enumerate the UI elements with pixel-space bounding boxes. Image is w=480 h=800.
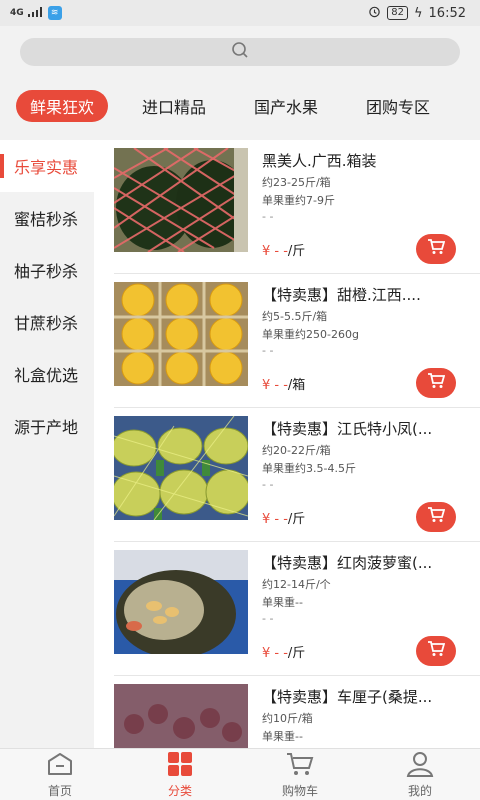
category-icon: [165, 751, 195, 780]
product-extra: - -: [262, 344, 274, 357]
tab-category[interactable]: 分类: [120, 749, 240, 800]
price-unit: /箱: [287, 378, 306, 393]
product-extra: - -: [262, 612, 274, 625]
clock: 16:52: [428, 5, 466, 21]
home-icon: [45, 751, 75, 780]
price-unit: /斤: [287, 512, 306, 527]
bottom-tab-bar: 首页 分类 购物车 我的: [0, 748, 480, 800]
cart-icon: [427, 641, 446, 661]
product-image-cherry[interactable]: [114, 684, 248, 748]
list-item[interactable]: 【特卖惠】车厘子(桑提... 约10斤/箱 单果重--: [94, 676, 480, 748]
product-weight: 约10斤/箱: [262, 712, 313, 725]
product-price: ¥ - -/斤: [262, 642, 305, 661]
tab-profile-label: 我的: [407, 783, 432, 798]
tab-category-label: 分类: [167, 783, 192, 798]
product-list: 黑美人.广西.箱装 约23-25斤/箱 单果重约7-9斤 - - ¥ - -/斤…: [94, 140, 480, 748]
search-bar[interactable]: [20, 38, 460, 66]
price-value: ¥ - -: [262, 512, 288, 527]
sidebar: 乐享实惠 蜜桔秒杀 柚子秒杀 甘蔗秒杀 礼盒优选 源于产地: [0, 140, 94, 748]
product-price: ¥ - -/箱: [262, 374, 305, 393]
price-unit: /斤: [287, 646, 306, 661]
product-price: ¥ - -/斤: [262, 240, 305, 259]
list-item[interactable]: 黑美人.广西.箱装 约23-25斤/箱 单果重约7-9斤 - - ¥ - -/斤: [94, 140, 480, 274]
list-item[interactable]: 【特卖惠】江氏特小凤(... 约20-22斤/箱 单果重约3.5-4.5斤 - …: [94, 408, 480, 542]
product-extra: - -: [262, 478, 274, 491]
charging-icon: ϟ: [413, 5, 423, 21]
cart-icon: [285, 751, 315, 780]
product-title[interactable]: 【特卖惠】车厘子(桑提...: [262, 686, 468, 707]
price-unit: /斤: [287, 244, 306, 259]
sidebar-item-gift-box[interactable]: 礼盒优选: [0, 348, 94, 400]
network-type: 4G: [10, 8, 24, 18]
status-left: 4G ≋: [10, 6, 62, 21]
product-price: ¥ - -/斤: [262, 508, 305, 527]
price-value: ¥ - -: [262, 646, 288, 661]
tab-group-buy[interactable]: 团购专区: [366, 90, 430, 122]
product-unit-weight: 单果重--: [262, 596, 303, 609]
sidebar-item-tangerine[interactable]: 蜜桔秒杀: [0, 192, 94, 244]
price-value: ¥ - -: [262, 378, 288, 393]
product-weight: 约5-5.5斤/箱: [262, 310, 328, 323]
wifi-icon: ≋: [47, 6, 62, 20]
product-image-jackfruit[interactable]: [114, 550, 248, 654]
product-image-orange[interactable]: [114, 282, 248, 386]
alarm-icon: [368, 5, 381, 22]
sidebar-item-origin[interactable]: 源于产地: [0, 400, 94, 452]
sidebar-item-pomelo[interactable]: 柚子秒杀: [0, 244, 94, 296]
search-icon: [230, 40, 250, 64]
tab-imported[interactable]: 进口精品: [142, 90, 206, 122]
product-weight: 约12-14斤/个: [262, 578, 331, 591]
product-unit-weight: 单果重约3.5-4.5斤: [262, 462, 356, 475]
product-weight: 约23-25斤/箱: [262, 176, 331, 189]
header: 鲜果狂欢 进口精品 国产水果 团购专区: [0, 26, 480, 140]
product-title[interactable]: 【特卖惠】红肉菠萝蜜(...: [262, 552, 468, 573]
product-extra: - -: [262, 210, 274, 223]
product-weight: 约20-22斤/箱: [262, 444, 331, 457]
tab-home[interactable]: 首页: [0, 749, 120, 800]
category-tabs: 鲜果狂欢 进口精品 国产水果 团购专区: [0, 86, 480, 126]
add-to-cart-button[interactable]: [416, 368, 456, 398]
tab-cart-label: 购物车: [281, 783, 318, 798]
product-unit-weight: 单果重--: [262, 730, 303, 743]
list-item[interactable]: 【特卖惠】红肉菠萝蜜(... 约12-14斤/个 单果重-- - - ¥ - -…: [94, 542, 480, 676]
cart-icon: [427, 239, 446, 259]
add-to-cart-button[interactable]: [416, 636, 456, 666]
cart-icon: [427, 507, 446, 527]
price-value: ¥ - -: [262, 244, 288, 259]
add-to-cart-button[interactable]: [416, 502, 456, 532]
product-image-watermelon[interactable]: [114, 148, 248, 252]
product-unit-weight: 单果重约7-9斤: [262, 194, 335, 207]
tab-domestic[interactable]: 国产水果: [254, 90, 318, 122]
list-item[interactable]: 【特卖惠】甜橙.江西.... 约5-5.5斤/箱 单果重约250-260g - …: [94, 274, 480, 408]
product-image-melon[interactable]: [114, 416, 248, 520]
tab-profile[interactable]: 我的: [360, 749, 480, 800]
cart-icon: [427, 373, 446, 393]
product-title[interactable]: 黑美人.广西.箱装: [262, 150, 468, 171]
sidebar-item-sugarcane[interactable]: 甘蔗秒杀: [0, 296, 94, 348]
product-unit-weight: 单果重约250-260g: [262, 328, 359, 341]
status-bar: 4G ≋ 82 ϟ 16:52: [0, 0, 480, 26]
tab-home-label: 首页: [47, 783, 72, 798]
tab-fresh-fruit[interactable]: 鲜果狂欢: [16, 90, 109, 122]
status-right: 82 ϟ 16:52: [368, 5, 466, 22]
product-title[interactable]: 【特卖惠】江氏特小凤(...: [262, 418, 468, 439]
battery-indicator: 82: [387, 6, 408, 20]
profile-icon: [405, 751, 435, 780]
add-to-cart-button[interactable]: [416, 234, 456, 264]
signal-icon: [27, 6, 44, 21]
tab-cart[interactable]: 购物车: [240, 749, 360, 800]
sidebar-item-enjoy-value[interactable]: 乐享实惠: [0, 140, 94, 192]
product-title[interactable]: 【特卖惠】甜橙.江西....: [262, 284, 468, 305]
